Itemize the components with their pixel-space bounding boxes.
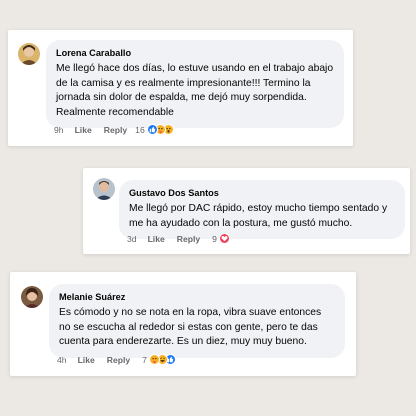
reaction-count[interactable]: 16 <box>135 125 145 135</box>
reaction-icons[interactable] <box>148 354 176 365</box>
comment-actions: 9h Like Reply 16 <box>54 124 174 135</box>
commenter-name[interactable]: Gustavo Dos Santos <box>129 187 395 199</box>
comment-bubble: Gustavo Dos Santos Me llegó por DAC rápi… <box>119 180 405 240</box>
reply-button[interactable]: Reply <box>177 234 200 244</box>
timestamp[interactable]: 4h <box>57 355 67 365</box>
reaction-icons[interactable] <box>146 124 174 135</box>
comment-text: Es cómodo y no se nota en la ropa, vibra… <box>59 307 322 348</box>
comment-actions: 4h Like Reply 7 <box>57 354 176 365</box>
like-button[interactable]: Like <box>75 125 92 135</box>
like-reaction-icon <box>146 124 158 135</box>
care-reaction-icon <box>148 354 160 365</box>
reaction-icons[interactable] <box>218 233 230 244</box>
reply-button[interactable]: Reply <box>104 125 127 135</box>
avatar[interactable] <box>93 178 115 200</box>
comment-actions: 3d Like Reply 9 <box>127 233 230 244</box>
timestamp[interactable]: 9h <box>54 125 64 135</box>
commenter-name[interactable]: Melanie Suárez <box>59 291 335 303</box>
comment-bubble: Lorena Caraballo Me llegó hace dos días,… <box>46 40 344 129</box>
timestamp[interactable]: 3d <box>127 234 137 244</box>
avatar[interactable] <box>18 43 40 65</box>
comment-bubble: Melanie Suárez Es cómodo y no se nota en… <box>49 284 345 358</box>
like-button[interactable]: Like <box>148 234 165 244</box>
avatar[interactable] <box>21 286 43 308</box>
comment-card: Gustavo Dos Santos Me llegó por DAC rápi… <box>83 168 410 254</box>
love-reaction-icon <box>218 233 230 244</box>
commenter-name[interactable]: Lorena Caraballo <box>56 47 334 59</box>
comment-card: Lorena Caraballo Me llegó hace dos días,… <box>8 30 353 146</box>
reply-button[interactable]: Reply <box>107 355 130 365</box>
reaction-count[interactable]: 9 <box>212 234 217 244</box>
comment-text: Me llegó por DAC rápido, estoy mucho tie… <box>129 203 388 229</box>
like-button[interactable]: Like <box>78 355 95 365</box>
reaction-count[interactable]: 7 <box>142 355 147 365</box>
comment-card: Melanie Suárez Es cómodo y no se nota en… <box>10 272 356 376</box>
comment-text: Me llegó hace dos días, lo estuve usando… <box>56 63 334 118</box>
